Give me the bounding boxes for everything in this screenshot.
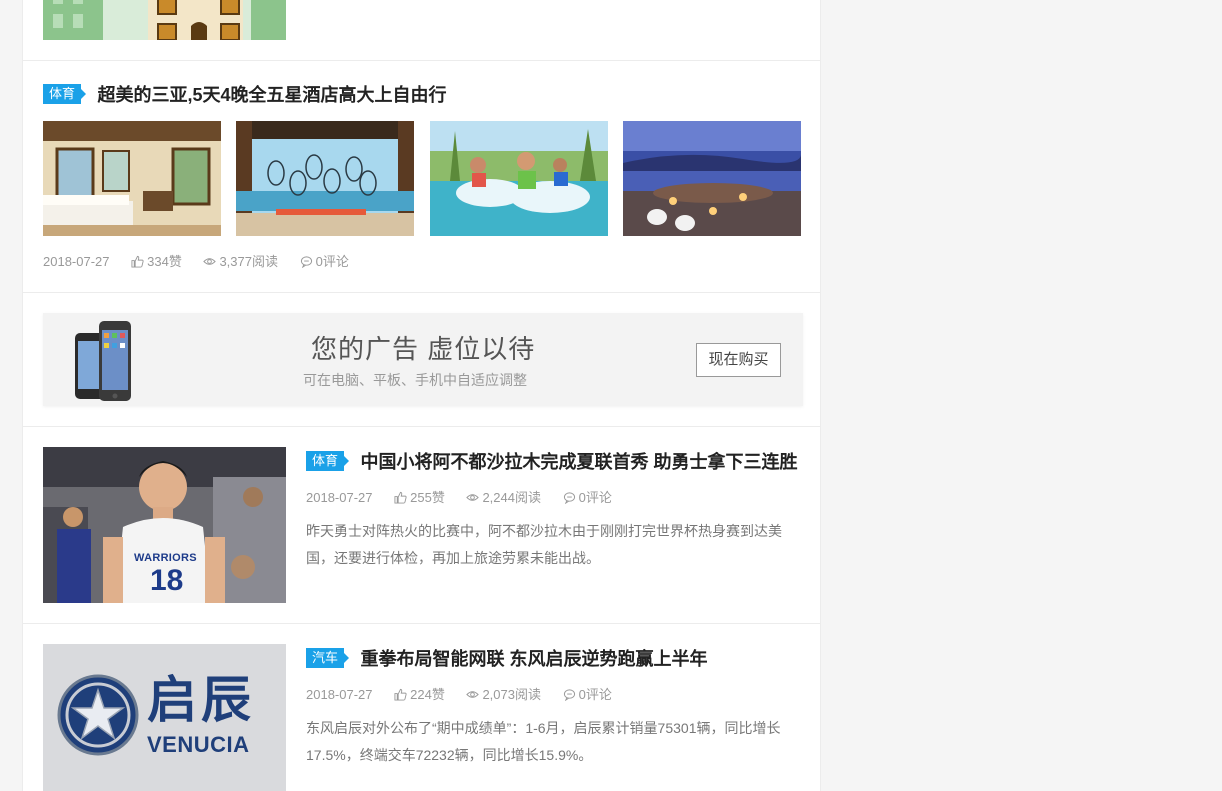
category-tag[interactable]: 体育 (306, 451, 350, 471)
post-thumbnail[interactable] (43, 0, 286, 40)
comment-count[interactable]: 0评论 (563, 487, 612, 506)
post-meta: 2018-07-27 334赞 3,377阅读 0评论 (43, 251, 367, 270)
gallery-image-4[interactable] (623, 121, 801, 236)
post-date: 2018-07-27 (43, 254, 110, 269)
comment-count-text: 0评论 (315, 254, 349, 269)
view-count-text: 3,377阅读 (219, 254, 278, 269)
post-title-link[interactable]: 中国小将阿不都沙拉木完成夏联首秀 助勇士拿下三连胜 (360, 452, 797, 472)
brand-logo-en: VENUCIA (147, 732, 250, 757)
view-count: 2,244阅读 (466, 487, 541, 506)
like-count[interactable]: 334赞 (131, 251, 182, 270)
post-excerpt: 昨天勇士对阵热火的比赛中，阿不都沙拉木由于刚刚打完世界杯热身赛到达美国，还要进行… (306, 523, 782, 566)
ad-banner[interactable]: 您的广告 虚位以待 可在电脑、平板、手机中自适应调整 现在购买 (43, 313, 803, 406)
view-count-text: 2,073阅读 (482, 687, 541, 702)
post-item: WARRIORS 18 体育 中国小将阿不都沙拉木完成夏联首秀 助勇士拿下三连胜… (23, 427, 820, 624)
post-previous (23, 0, 820, 61)
phone-illustration (75, 321, 131, 401)
buy-now-button[interactable]: 现在购买 (696, 343, 781, 377)
gallery-image-1[interactable] (43, 121, 221, 236)
thumbs-up-icon (131, 255, 144, 268)
category-tag[interactable]: 汽车 (306, 648, 350, 668)
ad-title: 您的广告 虚位以待 (311, 334, 536, 364)
main-column: 体育 超美的三亚,5天4晚全五星酒店高大上自由行 2018-07-27 334赞… (22, 0, 821, 791)
post-header: 体育 超美的三亚,5天4晚全五星酒店高大上自由行 (43, 81, 447, 105)
view-count-text: 2,244阅读 (482, 490, 541, 505)
post-item: 启辰 VENUCIA 汽车 重拳布局智能网联 东风启辰逆势跑赢上半年 2018-… (23, 624, 820, 791)
view-count: 2,073阅读 (466, 684, 541, 703)
eye-icon (466, 691, 480, 698)
ad-section: 您的广告 虚位以待 可在电脑、平板、手机中自适应调整 现在购买 (23, 293, 820, 427)
post-title-link[interactable]: 重拳布局智能网联 东风启辰逆势跑赢上半年 (360, 649, 707, 669)
brand-logo-cn: 启辰 (147, 672, 255, 728)
eye-icon (203, 258, 217, 265)
like-count-text: 255赞 (410, 490, 445, 505)
post-meta: 2018-07-27 224赞 2,073阅读 0评论 (306, 684, 630, 703)
view-count: 3,377阅读 (203, 251, 278, 270)
like-count-text: 334赞 (147, 254, 182, 269)
comment-icon (300, 256, 312, 268)
jersey-number-text: 18 (150, 564, 184, 597)
thumbs-up-icon (394, 491, 407, 504)
post-multi-image: 体育 超美的三亚,5天4晚全五星酒店高大上自由行 2018-07-27 334赞… (23, 61, 820, 293)
post-meta: 2018-07-27 255赞 2,244阅读 0评论 (306, 487, 630, 506)
like-count-text: 224赞 (410, 687, 445, 702)
like-count[interactable]: 224赞 (394, 684, 445, 703)
category-tag[interactable]: 体育 (43, 84, 87, 104)
gallery-image-2[interactable] (236, 121, 414, 236)
post-header: 汽车 重拳布局智能网联 东风启辰逆势跑赢上半年 (306, 645, 707, 671)
post-date: 2018-07-27 (306, 490, 373, 505)
post-header: 体育 中国小将阿不都沙拉木完成夏联首秀 助勇士拿下三连胜 (306, 448, 797, 474)
eye-icon (466, 494, 480, 501)
comment-icon (563, 492, 575, 504)
post-thumbnail[interactable]: WARRIORS 18 (43, 447, 286, 603)
jersey-team-text: WARRIORS (134, 552, 197, 564)
post-title-link[interactable]: 超美的三亚,5天4晚全五星酒店高大上自由行 (97, 85, 446, 105)
thumbs-up-icon (394, 688, 407, 701)
ad-subtitle: 可在电脑、平板、手机中自适应调整 (303, 372, 527, 388)
comment-count-text: 0评论 (578, 490, 612, 505)
comment-count[interactable]: 0评论 (563, 684, 612, 703)
post-thumbnail[interactable]: 启辰 VENUCIA (43, 644, 286, 791)
comment-count-text: 0评论 (578, 687, 612, 702)
gallery-image-3[interactable] (430, 121, 608, 236)
comment-icon (563, 689, 575, 701)
comment-count[interactable]: 0评论 (300, 251, 349, 270)
like-count[interactable]: 255赞 (394, 487, 445, 506)
post-excerpt: 东风启辰对外公布了“期中成绩单”：1-6月，启辰累计销量75301辆，同比增长1… (306, 720, 781, 763)
post-date: 2018-07-27 (306, 687, 373, 702)
